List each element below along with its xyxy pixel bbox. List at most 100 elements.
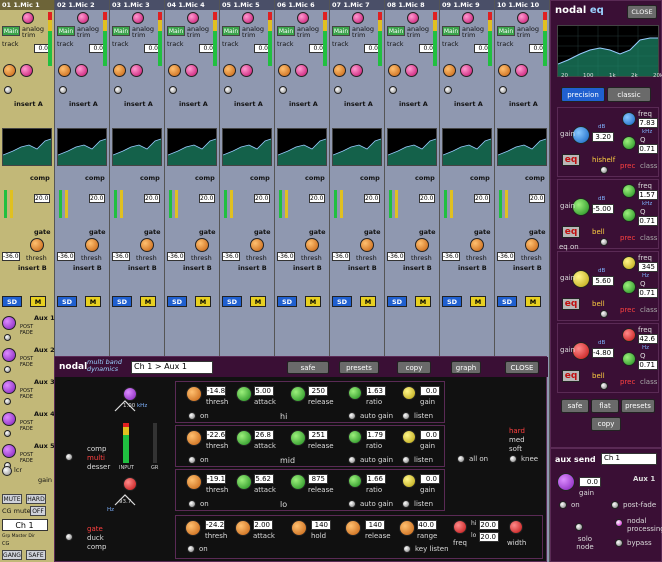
knee-soft[interactable]: soft (509, 445, 522, 453)
insert-a-label[interactable]: insert A (509, 100, 538, 108)
phase-led[interactable] (279, 86, 287, 94)
eq-q-knob[interactable] (622, 208, 636, 222)
dyn-thresh-value[interactable]: -22.6 (206, 430, 226, 440)
dyn-release-value[interactable]: 250 (308, 386, 328, 396)
dyn-listen-led[interactable] (402, 500, 410, 508)
comp-value[interactable]: 20.0 (474, 194, 490, 203)
dyn-attack-knob[interactable] (236, 474, 252, 490)
hpf-knob[interactable] (75, 64, 88, 77)
dyn-thresh-knob[interactable] (186, 430, 202, 446)
insert-b-label[interactable]: insert B (458, 264, 487, 272)
hpf-knob[interactable] (295, 64, 308, 77)
filter-knob[interactable] (168, 64, 181, 77)
eq-close-button[interactable]: CLOSE (627, 5, 657, 19)
phase-led[interactable] (169, 86, 177, 94)
eq-band-button[interactable]: eq (562, 154, 580, 166)
gate-hold-knob[interactable] (291, 520, 307, 536)
eq-prec-label[interactable]: prec (620, 306, 635, 314)
dyn-release-knob[interactable] (290, 474, 306, 490)
dyn-thresh-knob[interactable] (186, 386, 202, 402)
gate-hold-value[interactable]: 140 (311, 520, 331, 530)
hpf-knob[interactable] (460, 64, 473, 77)
analog-trim-knob[interactable] (22, 12, 34, 24)
hpf-knob[interactable] (515, 64, 528, 77)
dyn-ratio-value[interactable]: 1.79 (366, 430, 386, 440)
analog-trim-knob[interactable] (132, 12, 144, 24)
comp-value[interactable]: 20.0 (254, 194, 270, 203)
sd-button[interactable]: SD (387, 296, 407, 307)
strip-header[interactable]: 05 1.Mic 5 (220, 0, 274, 10)
gate-knob[interactable] (30, 238, 44, 252)
comp-value[interactable]: 20.0 (529, 194, 545, 203)
eq-class-label[interactable]: class (640, 234, 657, 242)
off-button[interactable]: OFF (30, 506, 46, 516)
sd-button[interactable]: SD (332, 296, 352, 307)
sd-button[interactable]: SD (277, 296, 297, 307)
main-button[interactable]: Main (277, 26, 295, 36)
filter-knob[interactable] (333, 64, 346, 77)
eq-flat-button[interactable]: flat (591, 399, 619, 413)
filter-knob[interactable] (113, 64, 126, 77)
gate-thresh-value[interactable]: -36.0 (57, 252, 75, 261)
main-button[interactable]: Main (222, 26, 240, 36)
mute-button[interactable]: M (250, 296, 266, 307)
multi-desser-select-led[interactable] (65, 453, 73, 461)
hard-button[interactable]: HARD (26, 494, 46, 504)
gate-thresh-value[interactable]: -36.0 (277, 252, 295, 261)
gate-attack-knob[interactable] (235, 520, 251, 536)
analog-trim-knob[interactable] (407, 12, 419, 24)
dyn-auto-gain-led[interactable] (348, 412, 356, 420)
dyn-copy-button[interactable]: copy (397, 361, 431, 374)
comp-value[interactable]: 20.0 (419, 194, 435, 203)
aux-send-knob[interactable] (2, 316, 16, 330)
strip-header[interactable]: 09 1.Mic 9 (440, 0, 494, 10)
aux-on-led[interactable] (4, 398, 11, 405)
dyn-gain-value[interactable]: 0.0 (420, 430, 440, 440)
insert-a-label[interactable]: insert A (234, 100, 263, 108)
main-button[interactable]: Main (387, 26, 405, 36)
eq-gain-value[interactable]: 5.60 (592, 276, 614, 286)
main-button[interactable]: Main (497, 26, 515, 36)
sd-button[interactable]: SD (497, 296, 517, 307)
comp-value[interactable]: 20.0 (89, 194, 105, 203)
dyn-ratio-value[interactable]: 1.63 (366, 386, 386, 396)
dyn-release-knob[interactable] (290, 386, 306, 402)
eq-class-label[interactable]: class (640, 162, 657, 170)
mute-button[interactable]: M (470, 296, 486, 307)
gate-knob[interactable] (470, 238, 484, 252)
filter-knob[interactable] (223, 64, 236, 77)
dyn-safe-button[interactable]: safe (287, 361, 329, 374)
eq-freq-knob[interactable] (622, 328, 636, 342)
comp-value[interactable]: 20.0 (34, 194, 50, 203)
nodal-processing-led[interactable] (615, 519, 623, 527)
gang-button[interactable]: GANG (2, 550, 22, 560)
insert-a-label[interactable]: insert A (399, 100, 428, 108)
eq-gain-value[interactable]: -4.80 (592, 348, 614, 358)
gate-knob[interactable] (360, 238, 374, 252)
gate-freq-knob[interactable] (453, 520, 467, 534)
gate-thresh-value[interactable]: -36.0 (167, 252, 185, 261)
strip-header[interactable]: 07 1.Mic 7 (330, 0, 384, 10)
comp-value[interactable]: 20.0 (199, 194, 215, 203)
gate-thresh-value[interactable]: -36.0 (332, 252, 350, 261)
dyn-gain-knob[interactable] (402, 430, 416, 444)
gate-thresh-value[interactable]: -24.2 (205, 520, 225, 530)
eq-class-label[interactable]: class (640, 306, 657, 314)
post-fade-led[interactable] (611, 501, 619, 509)
eq-presets-button[interactable]: presets (621, 399, 655, 413)
eq-prec-label[interactable]: prec (620, 378, 635, 386)
eq-freq-value[interactable]: 345 (638, 262, 658, 272)
insert-b-label[interactable]: insert B (403, 264, 432, 272)
eq-freq-value[interactable]: 1.57 (638, 190, 658, 200)
analog-trim-knob[interactable] (517, 12, 529, 24)
analog-trim-knob[interactable] (187, 12, 199, 24)
dyn-ratio-knob[interactable] (348, 386, 362, 400)
eq-q-value[interactable]: 0.71 (638, 288, 658, 298)
strip-header[interactable]: 01 1.Mic 1 (0, 0, 54, 10)
dyn-thresh-value[interactable]: -19.1 (206, 474, 226, 484)
mute-mode-button[interactable]: MUTE (2, 494, 22, 504)
mute-button[interactable]: M (305, 296, 321, 307)
eq-class-label[interactable]: class (640, 378, 657, 386)
safe-button[interactable]: SAFE (26, 550, 46, 560)
eq-on-label[interactable]: eq on (559, 243, 579, 251)
